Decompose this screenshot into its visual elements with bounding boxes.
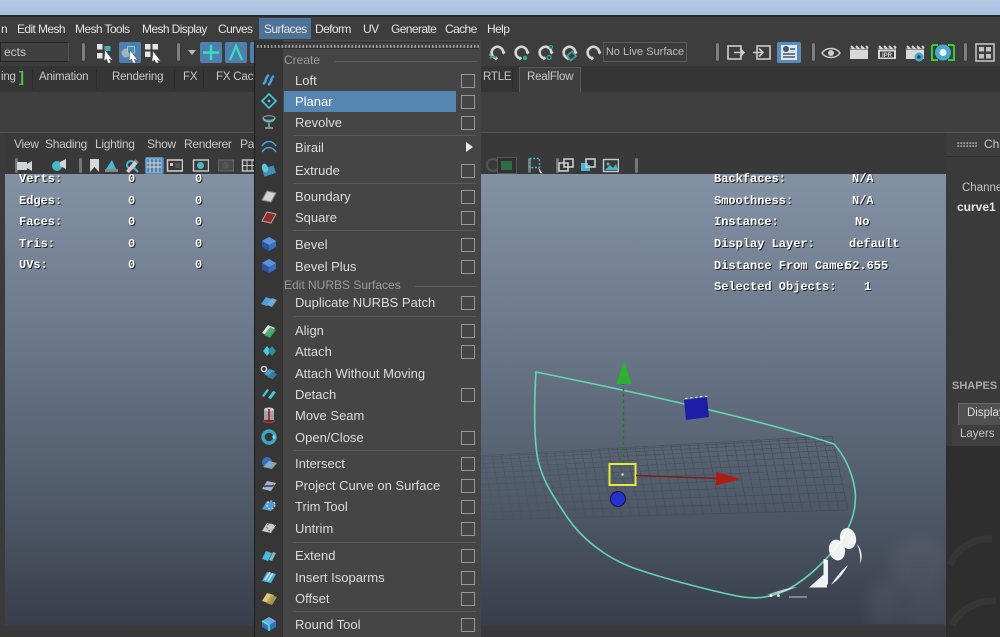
svg-text:IPR: IPR — [882, 53, 893, 59]
